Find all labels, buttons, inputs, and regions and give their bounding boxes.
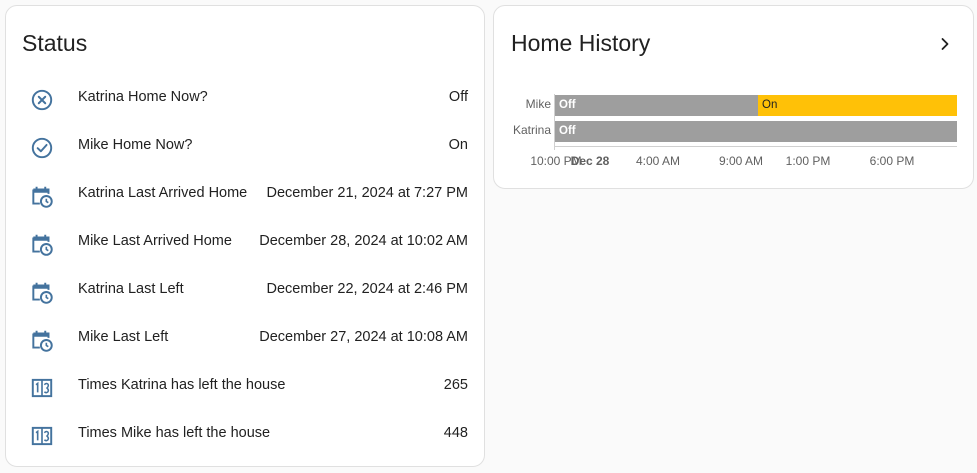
timeline-bar-label: Off — [559, 125, 576, 137]
entity-name: Times Mike has left the house — [78, 425, 271, 441]
entity-value: December 22, 2024 at 2:46 PM — [266, 281, 468, 297]
counter-icon — [31, 378, 53, 398]
calendar-clock-icon — [32, 186, 53, 208]
timeline-bar-label: On — [762, 99, 778, 111]
counter-icon — [31, 426, 53, 446]
timeline-axis-x — [554, 146, 957, 147]
entity-name: Times Katrina has left the house — [78, 377, 286, 393]
entity-row-times-mike-left[interactable]: Times Mike has left the house 448 — [6, 411, 484, 459]
check-circle-outline-icon — [31, 137, 53, 159]
entity-name: Mike Last Left — [78, 329, 169, 345]
entity-row-katrina-last-left[interactable]: Katrina Last Left December 22, 2024 at 2… — [6, 267, 484, 315]
timeline-bar-katrina-off[interactable]: Off — [555, 121, 957, 142]
timeline-tick-label: 4:00 AM — [635, 154, 681, 168]
timeline-tick-label: 9:00 AM — [718, 154, 764, 168]
entity-row-katrina-home-now[interactable]: Katrina Home Now? Off — [6, 75, 484, 123]
timeline-tick-label: Dec 28 — [570, 154, 610, 168]
entity-value: On — [448, 137, 468, 153]
history-card: Home History Mike Katrina Off On Off 10:… — [493, 5, 974, 189]
entity-name: Mike Last Arrived Home — [78, 233, 232, 249]
timeline-tick-label: 6:00 PM — [869, 154, 915, 168]
entity-name: Katrina Last Arrived Home — [78, 185, 248, 201]
calendar-clock-icon — [32, 330, 53, 352]
entity-row-mike-last-left[interactable]: Mike Last Left December 27, 2024 at 10:0… — [6, 315, 484, 363]
entity-value: December 21, 2024 at 7:27 PM — [266, 185, 468, 201]
entity-value: 448 — [443, 425, 468, 441]
status-title: Status — [22, 30, 88, 56]
timeline-axis-y — [554, 94, 555, 150]
status-card: Status Katrina Home Now? Off Mike Home N… — [5, 5, 485, 467]
entity-value: December 27, 2024 at 10:08 AM — [259, 329, 468, 345]
timeline-bar-mike-off[interactable]: Off — [555, 95, 758, 116]
chevron-right-icon[interactable] — [935, 34, 955, 54]
entity-name: Mike Home Now? — [78, 137, 193, 153]
entity-value: Off — [448, 89, 468, 105]
entity-row-mike-home-now[interactable]: Mike Home Now? On — [6, 123, 484, 171]
timeline-bar-mike-on[interactable]: On — [758, 95, 957, 116]
timeline-tick-label: 1:00 PM — [785, 154, 831, 168]
entity-row-times-katrina-left[interactable]: Times Katrina has left the house 265 — [6, 363, 484, 411]
close-circle-outline-icon — [31, 89, 53, 111]
history-title: Home History — [511, 30, 651, 56]
timeline-row-label: Mike — [525, 97, 551, 111]
calendar-clock-icon — [32, 234, 53, 256]
entity-row-mike-last-arrived[interactable]: Mike Last Arrived Home December 28, 2024… — [6, 219, 484, 267]
timeline-row-label: Katrina — [512, 123, 551, 137]
entity-name: Katrina Home Now? — [78, 89, 208, 105]
entity-value: December 28, 2024 at 10:02 AM — [259, 233, 468, 249]
timeline-bar-label: Off — [559, 99, 576, 111]
entity-row-katrina-last-arrived[interactable]: Katrina Last Arrived Home December 21, 2… — [6, 171, 484, 219]
entity-value: 265 — [443, 377, 468, 393]
calendar-clock-icon — [32, 282, 53, 304]
entity-name: Katrina Last Left — [78, 281, 184, 297]
